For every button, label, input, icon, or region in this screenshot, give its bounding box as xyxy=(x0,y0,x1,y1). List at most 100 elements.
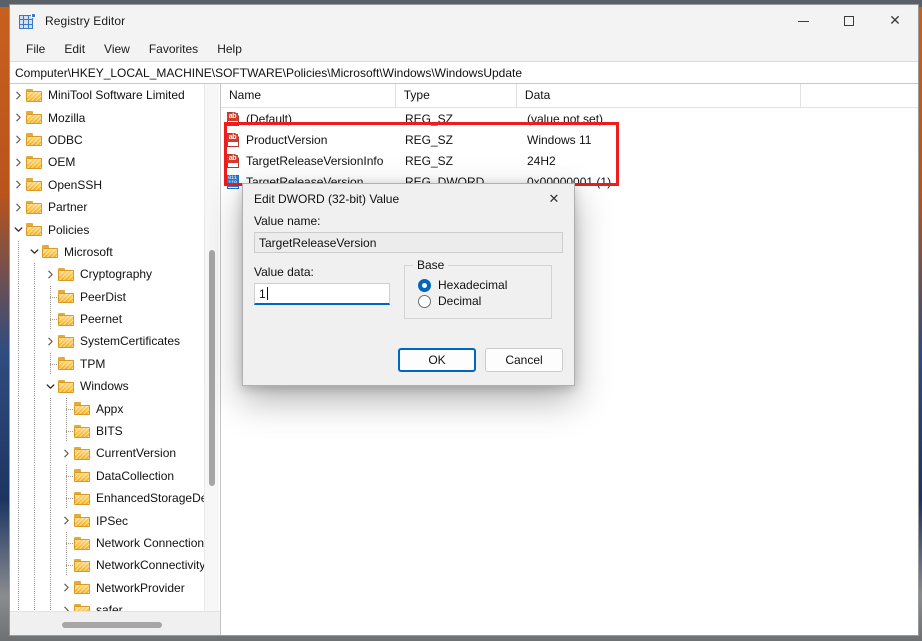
tree-item-peerdist[interactable]: PeerDist xyxy=(10,285,206,308)
tree-indent-guide xyxy=(26,576,42,599)
chevron-down-icon[interactable] xyxy=(10,219,26,241)
chevron-right-icon[interactable] xyxy=(42,263,58,285)
tree-item-currentversion[interactable]: CurrentVersion xyxy=(10,442,206,465)
tree-item-partner[interactable]: Partner xyxy=(10,196,206,218)
tree-vertical-scroll-thumb[interactable] xyxy=(209,250,215,486)
ok-button[interactable]: OK xyxy=(398,348,476,372)
tree-branch-guide xyxy=(42,352,58,375)
registry-value-row[interactable]: ab TargetReleaseVersionInfo REG_SZ 24H2 xyxy=(221,150,918,171)
tree-item-bits[interactable]: BITS xyxy=(10,420,206,443)
dialog-middle-row: Value data: 1 Base Hexadecimal Decimal xyxy=(243,258,574,319)
chevron-right-icon[interactable] xyxy=(10,84,26,106)
tree-item-ipsec[interactable]: IPSec xyxy=(10,509,206,532)
chevron-right-icon[interactable] xyxy=(58,577,74,599)
chevron-down-icon[interactable] xyxy=(26,241,42,263)
tree-item-label: EnhancedStorageDev xyxy=(96,491,206,506)
tree-horizontal-scrollbar[interactable] xyxy=(10,611,220,635)
tree-item-networkprovider[interactable]: NetworkProvider xyxy=(10,576,206,599)
menu-favorites[interactable]: Favorites xyxy=(140,39,207,59)
tree-indent-guide xyxy=(42,442,58,465)
menu-help[interactable]: Help xyxy=(208,39,251,59)
tree-item-datacollection[interactable]: DataCollection xyxy=(10,464,206,487)
tree-indent-guide xyxy=(26,442,42,465)
tree-indent-guide xyxy=(26,554,42,577)
value-type-cell: REG_SZ xyxy=(405,153,454,168)
tree-item-odbc[interactable]: ODBC xyxy=(10,129,206,151)
tree-item-networkconnectivity[interactable]: NetworkConnectivity xyxy=(10,554,206,577)
address-bar[interactable]: Computer\HKEY_LOCAL_MACHINE\SOFTWARE\Pol… xyxy=(10,61,918,84)
registry-value-row[interactable]: ab ProductVersion REG_SZ Windows 11 xyxy=(221,129,918,150)
tree-item-appx[interactable]: Appx xyxy=(10,397,206,420)
close-button[interactable]: ✕ xyxy=(872,5,918,37)
chevron-right-icon[interactable] xyxy=(10,174,26,196)
tree-item-label: Microsoft xyxy=(64,244,113,259)
tree-item-peernet[interactable]: Peernet xyxy=(10,308,206,331)
tree-indent-guide xyxy=(10,442,26,465)
tree-branch-guide xyxy=(58,554,74,577)
folder-icon xyxy=(58,379,75,393)
tree-item-systemcertificates[interactable]: SystemCertificates xyxy=(10,330,206,353)
tree-item-tpm[interactable]: TPM xyxy=(10,352,206,375)
tree-item-cryptography[interactable]: Cryptography xyxy=(10,263,206,286)
folder-icon xyxy=(58,290,75,304)
minimize-button[interactable] xyxy=(780,5,826,37)
reg-sz-icon: ab xyxy=(227,111,240,126)
menu-file[interactable]: File xyxy=(17,39,54,59)
cancel-button[interactable]: Cancel xyxy=(485,348,563,372)
menu-view[interactable]: View xyxy=(95,39,139,59)
value-data-input[interactable]: 1 xyxy=(254,283,390,305)
column-header-type[interactable]: Type xyxy=(396,84,517,107)
chevron-right-icon[interactable] xyxy=(10,151,26,173)
chevron-right-icon[interactable] xyxy=(42,330,58,352)
tree-item-microsoft[interactable]: Microsoft xyxy=(10,240,206,263)
dialog-buttons: OK Cancel xyxy=(398,348,563,372)
folder-icon xyxy=(26,88,43,102)
tree-indent-guide xyxy=(10,240,26,263)
folder-icon xyxy=(58,334,75,348)
folder-icon xyxy=(26,111,43,125)
base-radio-group: Base Hexadecimal Decimal xyxy=(404,258,552,319)
tree-item-policies[interactable]: Policies xyxy=(10,218,206,240)
tree-indent-guide xyxy=(26,420,42,443)
tree-indent-guide xyxy=(26,308,42,331)
tree-item-minitool-software-limited[interactable]: MiniTool Software Limited xyxy=(10,84,206,106)
tree-item-label: OEM xyxy=(48,155,76,170)
tree-horizontal-scroll-thumb[interactable] xyxy=(62,622,162,628)
folder-icon xyxy=(58,312,75,326)
chevron-right-icon[interactable] xyxy=(58,510,74,532)
tree-indent-guide xyxy=(10,576,26,599)
tree-indent-guide xyxy=(42,554,58,577)
chevron-down-icon[interactable] xyxy=(42,375,58,397)
edit-dword-dialog: Edit DWORD (32-bit) Value ✕ Value name: … xyxy=(242,183,575,386)
tree-item-oem[interactable]: OEM xyxy=(10,151,206,173)
tree-item-network-connections[interactable]: Network Connections xyxy=(10,532,206,554)
dialog-close-button[interactable]: ✕ xyxy=(534,184,574,214)
tree-item-label: Cryptography xyxy=(80,267,153,282)
value-data-cell: 24H2 xyxy=(527,153,556,168)
registry-value-row[interactable]: ab (Default) REG_SZ (value not set) xyxy=(221,108,918,129)
chevron-right-icon[interactable] xyxy=(10,107,26,129)
folder-icon xyxy=(74,558,91,572)
tree-item-enhancedstoragedev[interactable]: EnhancedStorageDev xyxy=(10,487,206,510)
folder-icon xyxy=(74,402,91,416)
radio-decimal[interactable]: Decimal xyxy=(418,294,551,308)
tree-item-openssh[interactable]: OpenSSH xyxy=(10,174,206,196)
chevron-right-icon[interactable] xyxy=(10,129,26,151)
tree-item-label: Windows xyxy=(80,379,129,394)
chevron-right-icon[interactable] xyxy=(58,442,74,464)
reg-dword-icon: 011 110 xyxy=(227,174,240,189)
tree-item-mozilla[interactable]: Mozilla xyxy=(10,106,206,128)
maximize-button[interactable] xyxy=(826,5,872,37)
chevron-right-icon[interactable] xyxy=(10,196,26,218)
tree-indent-guide xyxy=(10,464,26,487)
radio-hexadecimal[interactable]: Hexadecimal xyxy=(418,278,551,292)
value-name-input[interactable]: TargetReleaseVersion xyxy=(254,232,563,253)
tree-vertical-scrollbar[interactable] xyxy=(204,84,219,612)
column-header-name[interactable]: Name xyxy=(221,84,396,107)
tree-item-windows[interactable]: Windows xyxy=(10,375,206,398)
radio-decimal-indicator xyxy=(418,294,431,308)
text-caret xyxy=(266,287,268,300)
column-header-data[interactable]: Data xyxy=(517,84,801,107)
tree-indent-guide xyxy=(26,532,42,554)
menu-edit[interactable]: Edit xyxy=(55,39,94,59)
